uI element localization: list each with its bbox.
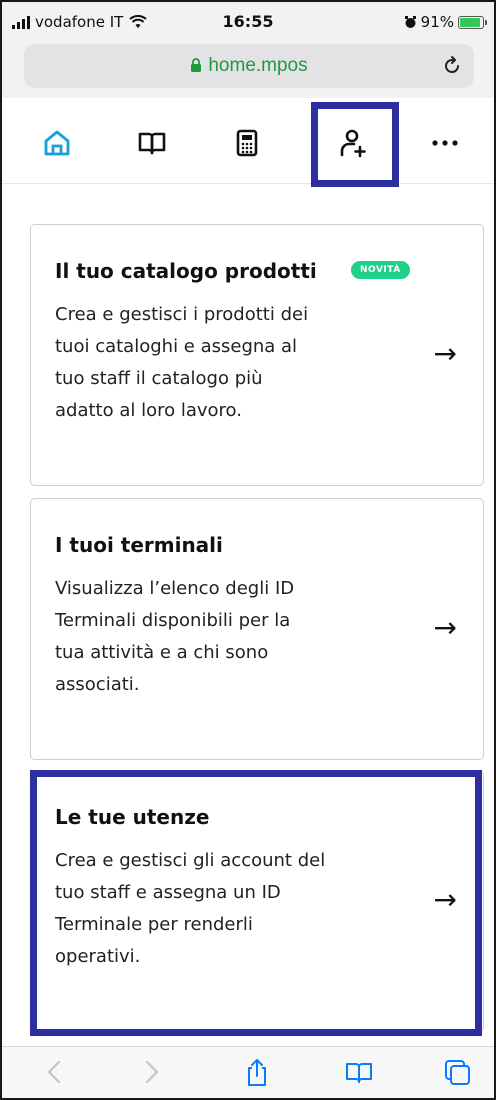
browser-address-area: home.mpos	[2, 42, 494, 98]
address-bar[interactable]: home.mpos	[24, 44, 474, 88]
browser-toolbar	[2, 1046, 494, 1098]
url-text: home.mpos	[208, 55, 308, 76]
share-icon	[248, 1059, 266, 1086]
alarm-icon	[404, 15, 416, 28]
catalog-card-title: Il tuo catalogo prodotti	[55, 259, 317, 283]
chevron-left-icon	[47, 1060, 61, 1084]
terminals-card-title: I tuoi terminali	[55, 533, 223, 557]
status-bar: vodafone IT 16:55 91%	[2, 2, 494, 42]
nav-home[interactable]	[42, 128, 72, 158]
top-navigation	[2, 98, 494, 184]
bookmarks-button[interactable]	[344, 1057, 374, 1087]
battery-percent: 91%	[420, 13, 454, 31]
arrow-right-icon: →	[433, 337, 457, 370]
tabs-button[interactable]	[442, 1057, 472, 1087]
lock-icon	[191, 58, 202, 72]
chevron-right-icon	[145, 1060, 159, 1084]
calculator-icon	[236, 129, 258, 157]
terminals-card-description: Visualizza l’elenco degli ID Terminali d…	[55, 578, 295, 695]
back-button[interactable]	[40, 1057, 70, 1087]
terminals-card[interactable]: I tuoi terminali Visualizza l’elenco deg…	[30, 498, 484, 760]
arrow-right-icon: →	[433, 611, 457, 644]
nav-more[interactable]	[430, 128, 460, 158]
users-card-highlight	[30, 770, 482, 1036]
share-button[interactable]	[242, 1057, 272, 1087]
url-display: home.mpos	[24, 55, 474, 77]
forward-button[interactable]	[136, 1057, 166, 1087]
book-icon	[138, 132, 166, 155]
nav-catalog[interactable]	[137, 128, 167, 158]
battery-icon	[458, 15, 487, 29]
bookmarks-icon	[346, 1063, 372, 1083]
phone-screen: vodafone IT 16:55 91% home.mpos Il tuo c…	[0, 0, 496, 1100]
home-icon	[44, 130, 70, 156]
users-nav-highlight	[311, 102, 399, 187]
new-badge: NOVITÀ	[351, 261, 410, 279]
catalog-card[interactable]: Il tuo catalogo prodotti NOVITÀ Crea e g…	[30, 224, 484, 486]
nav-terminals[interactable]	[232, 128, 262, 158]
more-icon	[432, 140, 458, 146]
tabs-icon	[445, 1060, 470, 1085]
catalog-card-description: Crea e gestisci i prodotti dei tuoi cata…	[55, 304, 309, 421]
battery-group: 91%	[404, 13, 487, 31]
reload-icon[interactable]	[440, 54, 464, 78]
